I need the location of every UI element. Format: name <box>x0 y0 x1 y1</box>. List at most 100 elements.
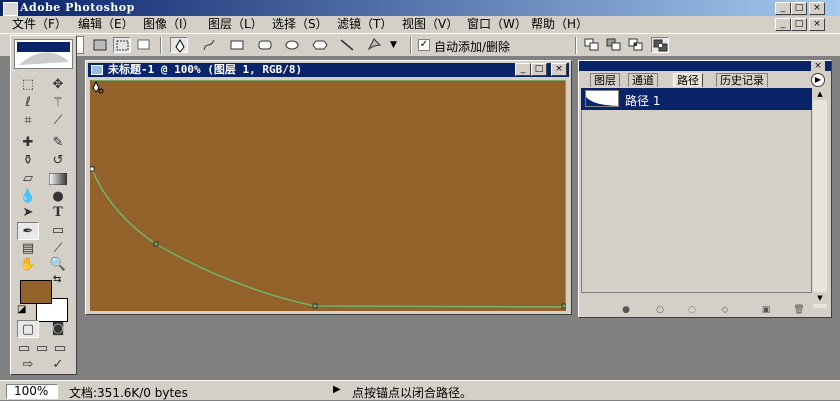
anchor-point[interactable] <box>153 241 159 247</box>
tab-channels[interactable]: 通道 <box>628 73 658 87</box>
path-name: 路径 1 <box>625 94 661 108</box>
status-menu-arrow-icon[interactable]: ▶ <box>333 384 341 395</box>
path-row[interactable]: 路径 1 <box>581 88 812 110</box>
shape-layers-icon[interactable] <box>91 37 109 53</box>
path-as-selection-icon[interactable]: ◌ <box>685 305 699 315</box>
document-title-bar[interactable]: 未标题-1 @ 100% (图层 1, RGB/8) _ □ × <box>88 63 569 77</box>
zoom-level-field[interactable]: 100% <box>6 384 58 399</box>
canvas[interactable] <box>89 79 567 311</box>
minimize-button[interactable]: _ <box>775 2 791 15</box>
standard-mode-icon[interactable]: ▢ <box>17 320 39 338</box>
lasso-icon[interactable]: ℓ <box>17 94 39 112</box>
intersect-path-icon[interactable] <box>627 37 645 53</box>
document-maximize-button[interactable]: □ <box>531 63 547 76</box>
fill-path-icon[interactable]: ● <box>619 305 633 315</box>
menu-filter[interactable]: 滤镜（T） <box>337 17 392 31</box>
separator <box>410 37 412 54</box>
menu-help[interactable]: 帮助（H） <box>531 17 588 31</box>
tab-layers[interactable]: 图层 <box>590 73 620 87</box>
polygon-shape-icon[interactable] <box>311 37 329 53</box>
document-close-button[interactable]: × <box>551 63 567 76</box>
doc-restore-button[interactable]: □ <box>791 18 807 31</box>
document-window: 未标题-1 @ 100% (图层 1, RGB/8) _ □ × <box>85 60 572 315</box>
menu-window[interactable]: 窗口（W） <box>467 17 527 31</box>
eraser-icon[interactable]: ▱ <box>17 170 39 188</box>
tab-paths[interactable]: 路径 <box>673 73 703 87</box>
swap-colors-icon[interactable]: ⇆ <box>53 274 61 285</box>
app-title-bar: Adobe Photoshop _ □ × <box>0 0 840 16</box>
freeform-pen-icon[interactable] <box>200 37 218 53</box>
slice-icon[interactable]: ⟋ <box>47 112 69 130</box>
separator <box>575 37 577 54</box>
gradient-icon[interactable] <box>47 170 69 188</box>
maximize-button[interactable]: □ <box>791 2 807 15</box>
toolbox: ⬚ ✥ ℓ ⚚ ⌗ ⟋ ✚ ✎ ⚱ ↺ ▱ 💧 ● ➤ T ✒ ▭ ▤ ⟋ ✋ … <box>10 35 77 375</box>
document-minimize-button[interactable]: _ <box>515 63 531 76</box>
doc-minimize-button[interactable]: _ <box>775 18 791 31</box>
menu-edit[interactable]: 编辑（E） <box>78 17 134 31</box>
tab-history[interactable]: 历史记录 <box>716 73 768 87</box>
rect-shape-icon[interactable]: ▭ <box>47 222 69 240</box>
menu-view[interactable]: 视图（V） <box>402 17 458 31</box>
crop-icon[interactable]: ⌗ <box>17 112 39 130</box>
move-tool-icon[interactable]: ✥ <box>47 76 69 94</box>
brush-icon[interactable]: ✎ <box>47 134 69 152</box>
fill-pixels-icon[interactable] <box>135 37 153 53</box>
document-title: 未标题-1 @ 100% (图层 1, RGB/8) <box>108 63 303 76</box>
panel-scrollbar[interactable]: ▲ ▼ <box>813 88 827 308</box>
history-brush-icon[interactable]: ↺ <box>47 152 69 170</box>
app-title: Adobe Photoshop <box>20 1 135 14</box>
zoom-icon[interactable]: 🔍 <box>47 256 69 274</box>
type-tool-icon[interactable]: T <box>47 204 69 222</box>
default-colors-icon[interactable]: ◪ <box>17 304 26 315</box>
ellipse-shape-icon[interactable] <box>283 37 301 53</box>
add-to-path-icon[interactable] <box>583 37 601 53</box>
menu-image[interactable]: 图像（I） <box>143 17 195 31</box>
menu-file[interactable]: 文件（F） <box>12 17 67 31</box>
anchor-point[interactable] <box>561 303 567 309</box>
pen-tool-icon[interactable]: ✒ <box>17 222 39 240</box>
chevron-down-icon[interactable]: ▼ <box>390 37 402 53</box>
delete-path-icon[interactable]: 🗑 <box>792 305 806 315</box>
menu-layer[interactable]: 图层（L） <box>208 17 263 31</box>
panel-close-button[interactable]: × <box>811 61 825 71</box>
rounded-rect-shape-icon[interactable] <box>256 37 274 53</box>
imageready-icon[interactable]: ✓ <box>47 356 69 374</box>
panel-title-bar[interactable]: × <box>579 61 831 71</box>
path-select-icon[interactable]: ➤ <box>17 204 39 222</box>
quick-mask-icon[interactable]: ◙ <box>47 320 69 338</box>
close-button[interactable]: × <box>809 2 825 15</box>
jump-to-imageready-icon[interactable]: ⇨ <box>17 356 39 374</box>
rect-marquee-icon[interactable]: ⬚ <box>17 76 39 94</box>
document-size-info: 文档:351.6K/0 bytes <box>69 386 188 400</box>
magic-wand-icon[interactable]: ⚚ <box>47 94 69 112</box>
separator <box>160 37 162 54</box>
pen-icon[interactable] <box>170 37 188 53</box>
hand-icon[interactable]: ✋ <box>17 256 39 274</box>
scroll-down-icon[interactable]: ▼ <box>813 292 827 304</box>
scroll-up-icon[interactable]: ▲ <box>813 88 827 100</box>
new-path-icon[interactable]: ▣ <box>759 305 773 315</box>
anchor-point[interactable] <box>312 303 318 309</box>
menu-select[interactable]: 选择（S） <box>272 17 328 31</box>
selection-as-path-icon[interactable]: ◇ <box>715 305 735 315</box>
foreground-color-swatch[interactable] <box>20 280 52 304</box>
custom-shape-icon[interactable] <box>365 37 383 53</box>
menu-bar: 文件（F） 编辑（E） 图像（I） 图层（L） 选择（S） 滤镜（T） 视图（V… <box>0 16 840 33</box>
clone-stamp-icon[interactable]: ⚱ <box>17 152 39 170</box>
anchor-point[interactable] <box>89 166 95 172</box>
stroke-path-icon[interactable]: ○ <box>653 305 667 315</box>
adobe-online-logo[interactable] <box>14 39 73 69</box>
auto-add-delete-checkbox[interactable]: ✓ <box>418 39 430 51</box>
paths-panel: × 图层 通道 路径 历史记录 ▶ 路径 1 ▲ ▼ ● ○ ◌ ◇ ▣ 🗑 <box>578 60 832 318</box>
doc-close-button[interactable]: × <box>809 18 825 31</box>
healing-brush-icon[interactable]: ✚ <box>17 134 39 152</box>
pen-cursor-icon <box>92 80 104 94</box>
rectangle-shape-icon[interactable] <box>228 37 246 53</box>
document-icon <box>91 65 103 75</box>
subtract-from-path-icon[interactable] <box>605 37 623 53</box>
panel-menu-arrow-icon[interactable]: ▶ <box>811 73 825 87</box>
line-shape-icon[interactable] <box>338 37 356 53</box>
paths-mode-icon[interactable] <box>113 37 131 53</box>
exclude-overlap-icon[interactable] <box>651 37 669 53</box>
